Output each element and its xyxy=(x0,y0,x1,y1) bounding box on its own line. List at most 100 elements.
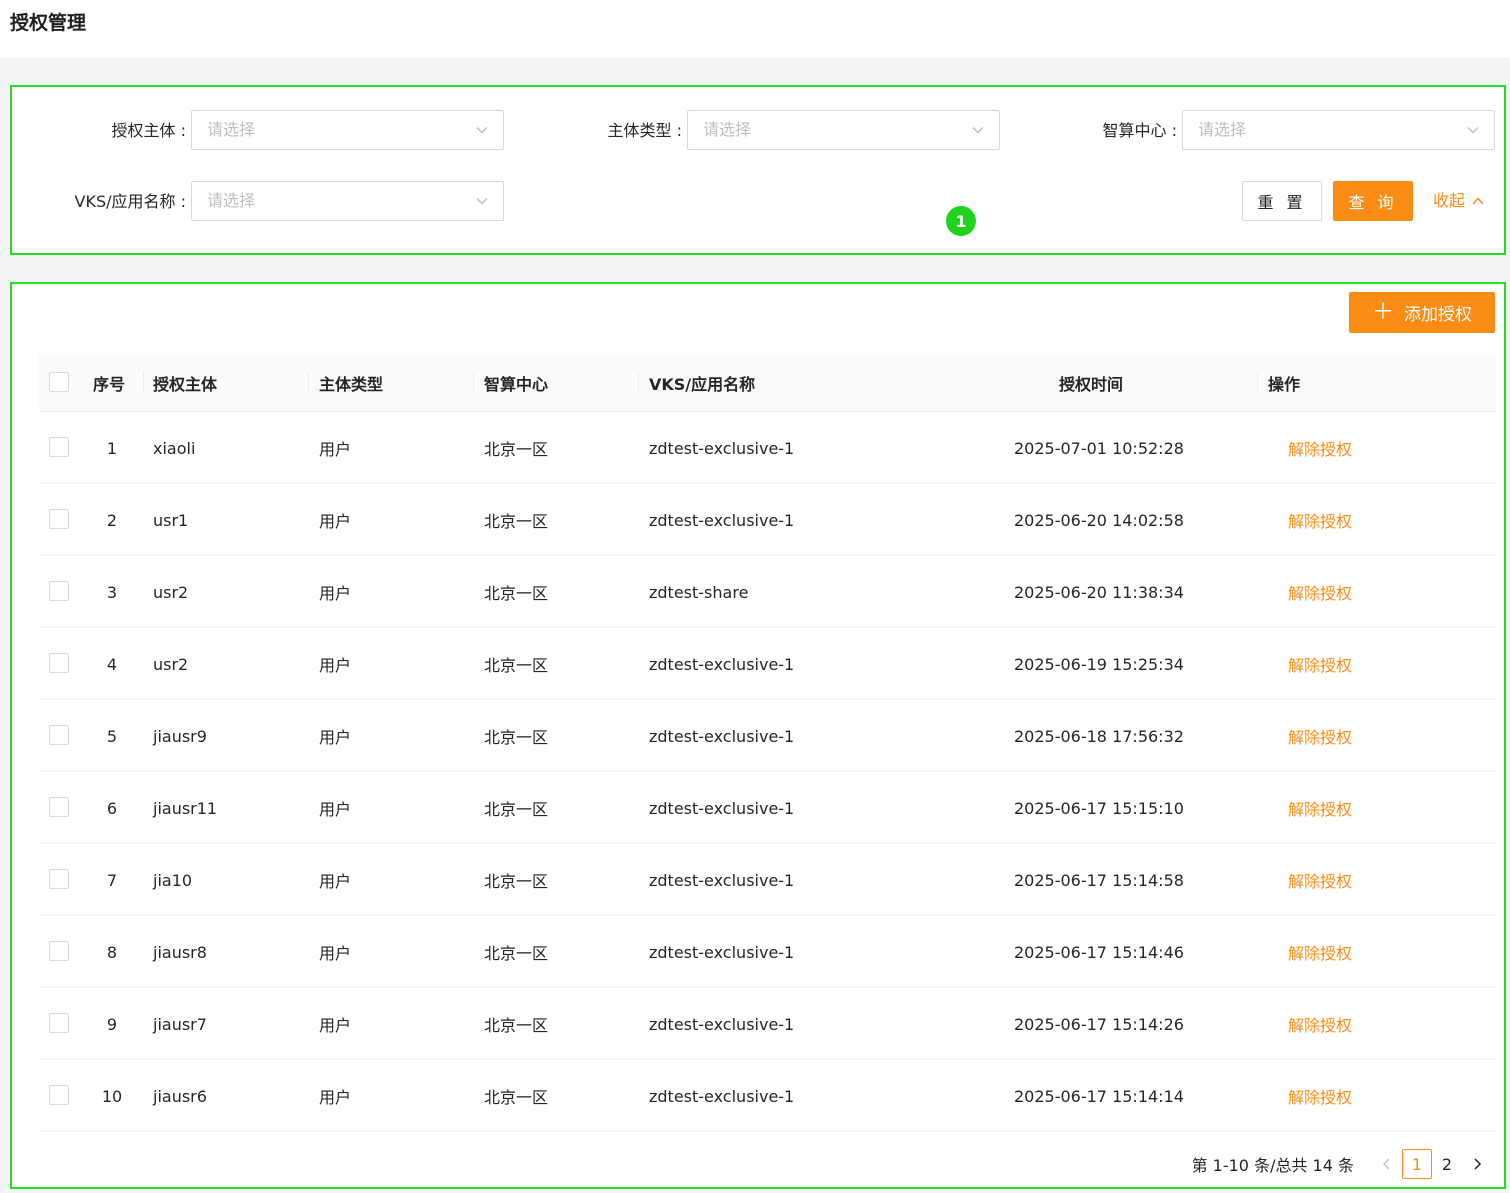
chevron-down-icon xyxy=(476,198,488,205)
select-all-checkbox[interactable] xyxy=(49,372,69,392)
revoke-authorization-link[interactable]: 解除授权 xyxy=(1288,484,1352,556)
page-title: 授权管理 xyxy=(10,12,87,34)
cell-app: zdtest-exclusive-1 xyxy=(649,1086,795,1106)
cell-center: 北京一区 xyxy=(484,584,549,603)
cell-app: zdtest-share xyxy=(649,582,749,602)
center-select[interactable]: 请选择 xyxy=(1182,110,1495,150)
chevron-up-icon xyxy=(1472,197,1484,205)
chevron-down-icon xyxy=(1467,127,1479,134)
cell-index: 2 xyxy=(106,510,118,530)
cell-center: 北京一区 xyxy=(484,512,549,531)
type-select[interactable]: 请选择 xyxy=(687,110,1000,150)
pagination-page-2[interactable]: 2 xyxy=(1432,1149,1462,1179)
collapse-label: 收起 xyxy=(1433,191,1466,210)
cell-time: 2025-06-19 15:25:34 xyxy=(1014,654,1184,674)
revoke-authorization-link[interactable]: 解除授权 xyxy=(1288,916,1352,988)
column-header-center: 智算中心 xyxy=(484,374,549,394)
pagination-prev[interactable] xyxy=(1372,1149,1402,1179)
collapse-link[interactable]: 收起 xyxy=(1433,190,1485,212)
cell-subject: jia10 xyxy=(153,870,193,890)
subject-select[interactable]: 请选择 xyxy=(191,110,504,150)
add-authorization-button[interactable]: ＋ 添加授权 xyxy=(1349,292,1495,333)
revoke-authorization-link[interactable]: 解除授权 xyxy=(1288,700,1352,772)
pagination-total: 第 1-10 条/总共 14 条 xyxy=(1191,1156,1354,1175)
vks-select[interactable]: 请选择 xyxy=(191,181,504,221)
pagination-next[interactable] xyxy=(1462,1149,1492,1179)
subject-select-placeholder: 请选择 xyxy=(207,120,256,139)
revoke-authorization-link[interactable]: 解除授权 xyxy=(1288,412,1352,484)
cell-center: 北京一区 xyxy=(484,872,549,891)
column-header-subject: 授权主体 xyxy=(153,374,218,394)
table-row: 9 jiausr7 用户 北京一区 zdtest-exclusive-1 2025-06-… xyxy=(39,988,1496,1060)
row-checkbox[interactable] xyxy=(49,869,69,889)
cell-subject: jiausr6 xyxy=(153,1086,207,1106)
annotation-marker-1: 1 xyxy=(946,206,976,236)
table-row: 3 usr2 用户 北京一区 zdtest-share 2025-06-20 11:38:… xyxy=(39,556,1496,628)
column-divider xyxy=(308,371,309,393)
table-panel: ＋ 添加授权 2 序号 授权主体 主体类型 智算中心 VKS/应用名称 授权时间… xyxy=(10,282,1506,1189)
center-select-placeholder: 请选择 xyxy=(1198,120,1247,139)
column-header-type: 主体类型 xyxy=(319,374,384,394)
table-row: 6 jiausr11 用户 北京一区 zdtest-exclusive-1 2025-06… xyxy=(39,772,1496,844)
revoke-authorization-link[interactable]: 解除授权 xyxy=(1288,772,1352,844)
cell-center: 北京一区 xyxy=(484,728,549,747)
cell-center: 北京一区 xyxy=(484,440,549,459)
cell-center: 北京一区 xyxy=(484,1016,549,1035)
cell-time: 2025-06-20 14:02:58 xyxy=(1014,510,1184,530)
row-checkbox[interactable] xyxy=(49,725,69,745)
table-row: 7 jia10 用户 北京一区 zdtest-exclusive-1 2025-06-17… xyxy=(39,844,1496,916)
revoke-authorization-link[interactable]: 解除授权 xyxy=(1288,988,1352,1060)
cell-index: 3 xyxy=(106,582,118,602)
query-button[interactable]: 查 询 xyxy=(1333,181,1413,221)
cell-type: 用户 xyxy=(319,944,352,963)
pagination: 第 1-10 条/总共 14 条 1 2 xyxy=(1192,1149,1492,1179)
cell-type: 用户 xyxy=(319,728,352,747)
row-checkbox[interactable] xyxy=(49,941,69,961)
vks-select-placeholder: 请选择 xyxy=(207,191,256,210)
cell-time: 2025-06-17 15:14:58 xyxy=(1014,870,1184,890)
cell-time: 2025-06-17 15:14:46 xyxy=(1014,942,1184,962)
revoke-authorization-link[interactable]: 解除授权 xyxy=(1288,1060,1352,1132)
cell-app: zdtest-exclusive-1 xyxy=(649,438,795,458)
page: 授权管理 授权主体 : 请选择 主体类型 : 请选择 智算中心 : 请选择 VK… xyxy=(0,0,1510,1193)
chevron-down-icon xyxy=(972,127,984,134)
cell-center: 北京一区 xyxy=(484,944,549,963)
revoke-authorization-link[interactable]: 解除授权 xyxy=(1288,628,1352,700)
cell-time: 2025-06-17 15:14:14 xyxy=(1014,1086,1184,1106)
cell-index: 8 xyxy=(106,942,118,962)
cell-center: 北京一区 xyxy=(484,656,549,675)
cell-index: 1 xyxy=(106,438,118,458)
cell-type: 用户 xyxy=(319,512,352,531)
cell-subject: jiausr7 xyxy=(153,1014,207,1034)
cell-type: 用户 xyxy=(319,1088,352,1107)
column-header-action: 操作 xyxy=(1268,374,1301,394)
cell-app: zdtest-exclusive-1 xyxy=(649,798,795,818)
cell-subject: jiausr8 xyxy=(153,942,207,962)
pagination-page-1[interactable]: 1 xyxy=(1402,1149,1432,1179)
revoke-authorization-link[interactable]: 解除授权 xyxy=(1288,844,1352,916)
row-checkbox[interactable] xyxy=(49,653,69,673)
cell-subject: jiausr9 xyxy=(153,726,207,746)
row-checkbox[interactable] xyxy=(49,1085,69,1105)
cell-subject: xiaoli xyxy=(153,438,196,458)
row-checkbox[interactable] xyxy=(49,797,69,817)
reset-button[interactable]: 重 置 xyxy=(1242,181,1322,221)
cell-index: 10 xyxy=(101,1086,123,1106)
plus-icon: ＋ xyxy=(1371,299,1394,325)
cell-index: 5 xyxy=(106,726,118,746)
table-row: 8 jiausr8 用户 北京一区 zdtest-exclusive-1 2025-06-… xyxy=(39,916,1496,988)
subject-filter-label: 授权主体 : xyxy=(111,121,186,140)
row-checkbox[interactable] xyxy=(49,581,69,601)
row-checkbox[interactable] xyxy=(49,509,69,529)
cell-type: 用户 xyxy=(319,872,352,891)
table-row: 10 jiausr6 用户 北京一区 zdtest-exclusive-1 2025-06… xyxy=(39,1060,1496,1132)
table-row: 5 jiausr9 用户 北京一区 zdtest-exclusive-1 2025-06-… xyxy=(39,700,1496,772)
cell-index: 9 xyxy=(106,1014,118,1034)
row-checkbox[interactable] xyxy=(49,1013,69,1033)
revoke-authorization-link[interactable]: 解除授权 xyxy=(1288,556,1352,628)
cell-app: zdtest-exclusive-1 xyxy=(649,942,795,962)
cell-subject: usr1 xyxy=(153,510,189,530)
cell-time: 2025-06-18 17:56:32 xyxy=(1014,726,1184,746)
row-checkbox[interactable] xyxy=(49,437,69,457)
cell-type: 用户 xyxy=(319,440,352,459)
